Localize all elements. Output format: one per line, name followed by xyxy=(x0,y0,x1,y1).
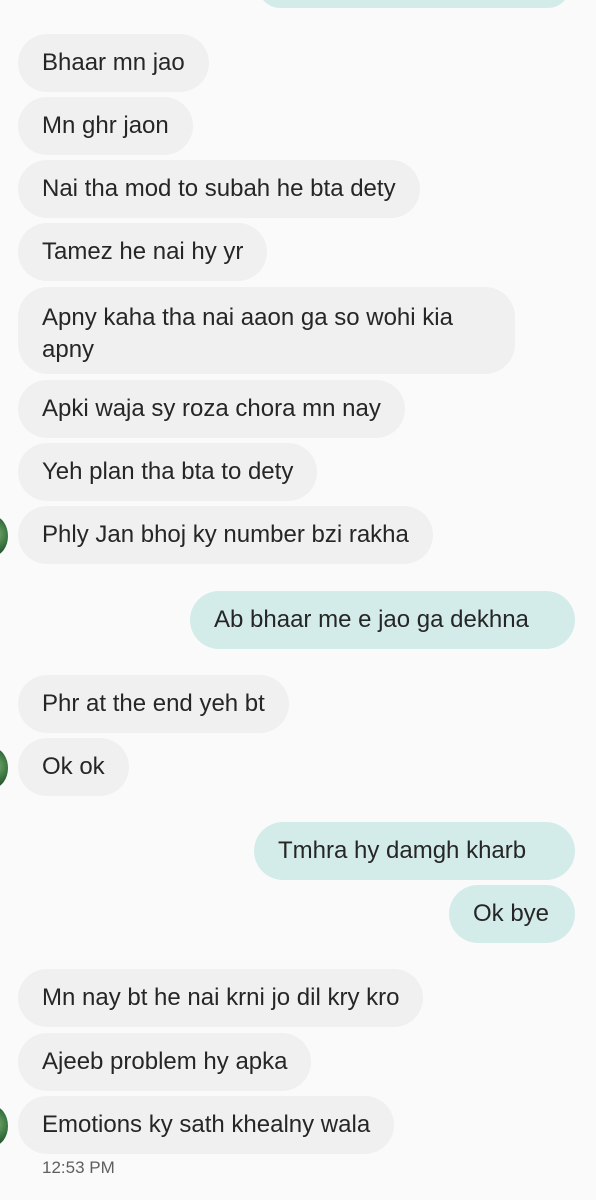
message-bubble-outgoing-clipped[interactable] xyxy=(258,0,570,8)
message-bubble-incoming[interactable]: Apki waja sy roza chora mn nay xyxy=(18,380,405,438)
message-bubble-incoming[interactable]: Phly Jan bhoj ky number bzi rakha xyxy=(18,506,433,564)
message-bubble-incoming[interactable]: Tamez he nai hy yr xyxy=(18,223,268,281)
message-timestamp: 12:53 PM xyxy=(42,1158,115,1177)
message-bubble-incoming[interactable]: Apny kaha tha nai aaon ga so wohi kia ap… xyxy=(18,287,515,374)
message-bubble-incoming[interactable]: Nai tha mod to subah he bta dety xyxy=(18,160,420,218)
message-bubble-incoming[interactable]: Mn nay bt he nai krni jo dil kry kro xyxy=(18,969,424,1027)
profile-avatar-icon[interactable] xyxy=(0,516,8,556)
message-bubble-incoming[interactable]: Ajeeb problem hy apka xyxy=(18,1033,312,1091)
message-bubble-incoming[interactable]: Phr at the end yeh bt xyxy=(18,675,289,733)
message-bubble-incoming[interactable]: Ok ok xyxy=(18,738,129,796)
message-bubble-incoming[interactable]: Yeh plan tha bta to dety xyxy=(18,443,318,501)
profile-avatar-icon[interactable] xyxy=(0,1106,8,1146)
message-bubble-outgoing[interactable]: Ok bye xyxy=(449,885,575,943)
message-bubble-incoming[interactable]: Bhaar mn jao xyxy=(18,34,209,92)
chat-thread: Bhaar mn jao Mn ghr jaon Nai tha mod to … xyxy=(0,0,596,1200)
message-bubble-incoming[interactable]: Mn ghr jaon xyxy=(18,97,193,155)
profile-avatar-icon[interactable] xyxy=(0,748,8,788)
message-bubble-outgoing[interactable]: Tmhra hy damgh kharb xyxy=(254,822,575,880)
message-bubble-outgoing[interactable]: Ab bhaar me e jao ga dekhna xyxy=(190,591,575,649)
message-bubble-incoming[interactable]: Emotions ky sath khealny wala xyxy=(18,1096,395,1154)
